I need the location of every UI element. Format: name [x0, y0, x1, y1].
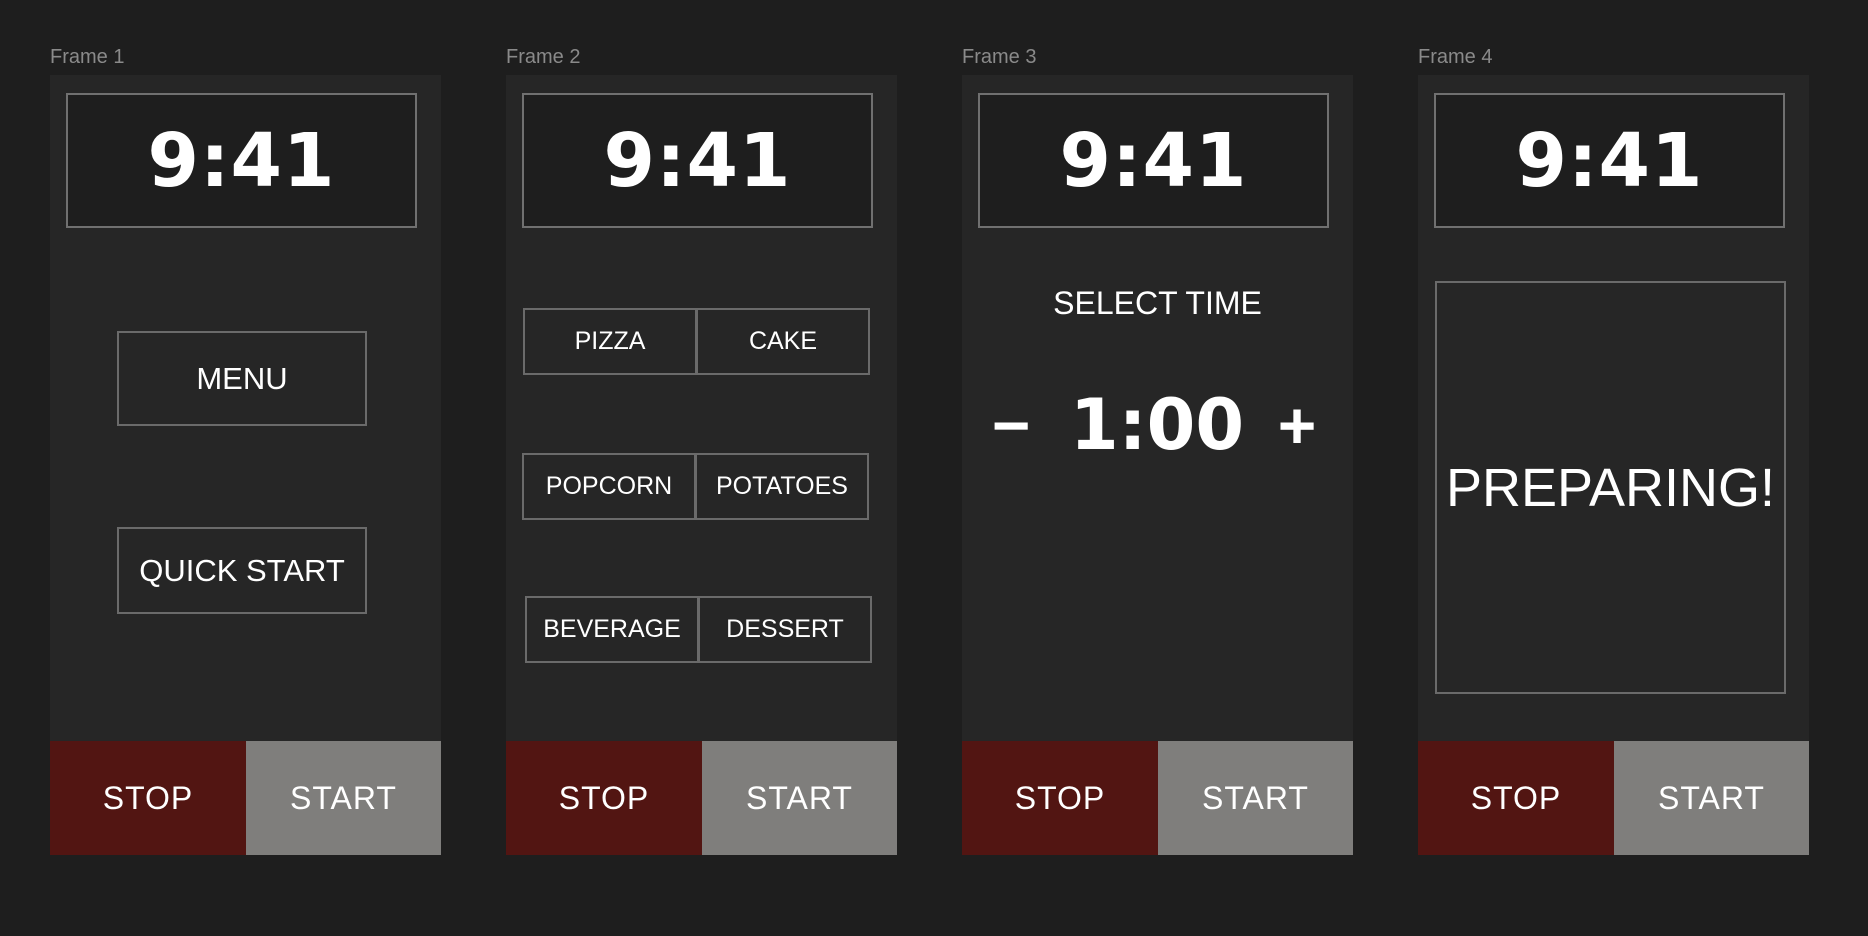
frame-label: Frame 4: [1418, 46, 1493, 68]
menu-item-beverage[interactable]: BEVERAGE: [525, 596, 699, 663]
status-display: PREPARING!: [1435, 281, 1786, 694]
menu-item-popcorn[interactable]: POPCORN: [522, 453, 696, 520]
frame-preparing-screen: 9:41 PREPARING! STOP START: [1418, 75, 1809, 855]
clock-display: 9:41: [66, 93, 417, 228]
select-time-title: SELECT TIME: [1053, 285, 1262, 321]
stop-button[interactable]: STOP: [962, 741, 1158, 855]
decrease-time-button[interactable]: −: [986, 385, 1036, 465]
frame-home-screen: 9:41 MENU QUICK START STOP START: [50, 75, 441, 855]
frame-time-select-screen: 9:41 SELECT TIME − 1:00 + STOP START: [962, 75, 1353, 855]
frame-menu-screen: 9:41 PIZZA CAKE POPCORN POTATOES BEVERAG…: [506, 75, 897, 855]
menu-row: BEVERAGE DESSERT: [525, 596, 872, 663]
menu-row: PIZZA CAKE: [523, 308, 870, 375]
frame-label: Frame 2: [506, 46, 581, 68]
menu-item-pizza[interactable]: PIZZA: [523, 308, 697, 375]
start-button[interactable]: START: [246, 741, 441, 855]
stop-button[interactable]: STOP: [506, 741, 702, 855]
frame-label: Frame 1: [50, 46, 125, 68]
menu-button[interactable]: MENU: [117, 331, 367, 426]
clock-display: 9:41: [1434, 93, 1785, 228]
menu-item-potatoes[interactable]: POTATOES: [695, 453, 869, 520]
start-button[interactable]: START: [1158, 741, 1353, 855]
start-button[interactable]: START: [1614, 741, 1809, 855]
control-bar: STOP START: [506, 741, 897, 855]
timer-stepper: − 1:00 +: [962, 384, 1353, 466]
timer-value: 1:00: [1069, 384, 1245, 466]
menu-item-cake[interactable]: CAKE: [696, 308, 870, 375]
stop-button[interactable]: STOP: [50, 741, 246, 855]
frame-label: Frame 3: [962, 46, 1037, 68]
increase-time-button[interactable]: +: [1272, 385, 1322, 465]
menu-row: POPCORN POTATOES: [522, 453, 869, 520]
stop-button[interactable]: STOP: [1418, 741, 1614, 855]
menu-item-dessert[interactable]: DESSERT: [698, 596, 872, 663]
start-button[interactable]: START: [702, 741, 897, 855]
control-bar: STOP START: [1418, 741, 1809, 855]
control-bar: STOP START: [50, 741, 441, 855]
clock-display: 9:41: [522, 93, 873, 228]
quick-start-button[interactable]: QUICK START: [117, 527, 367, 614]
control-bar: STOP START: [962, 741, 1353, 855]
clock-display: 9:41: [978, 93, 1329, 228]
